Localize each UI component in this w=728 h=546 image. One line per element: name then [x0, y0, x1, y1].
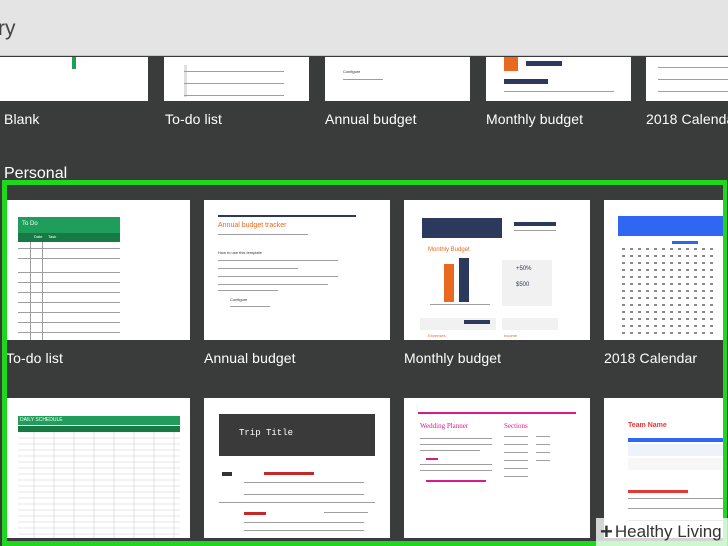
template-label-calendar-top[interactable]: 2018 Calendar — [646, 111, 728, 127]
template-thumb-calendar-top[interactable] — [646, 57, 728, 101]
template-label-monthly-top[interactable]: Monthly budget — [486, 111, 583, 127]
blank-plus-mark — [72, 57, 76, 69]
plus-icon: + — [600, 519, 613, 544]
top-bar: ry — [0, 0, 728, 56]
template-thumb-monthly-top[interactable] — [486, 57, 631, 101]
template-label-annual-top[interactable]: Annual budget — [325, 111, 417, 127]
template-label-todo-top[interactable]: To-do list — [165, 111, 222, 127]
watermark-text: Healthy Living — [614, 522, 722, 541]
watermark: + Healthy Living — [596, 518, 728, 546]
template-thumb-todo-top[interactable] — [164, 57, 309, 101]
template-label-blank[interactable]: Blank — [4, 111, 40, 127]
personal-section-highlight — [2, 180, 727, 546]
template-thumb-blank[interactable] — [0, 57, 148, 101]
template-thumb-annual-top[interactable]: Configure — [325, 57, 470, 101]
gallery-title: ry — [0, 17, 16, 40]
